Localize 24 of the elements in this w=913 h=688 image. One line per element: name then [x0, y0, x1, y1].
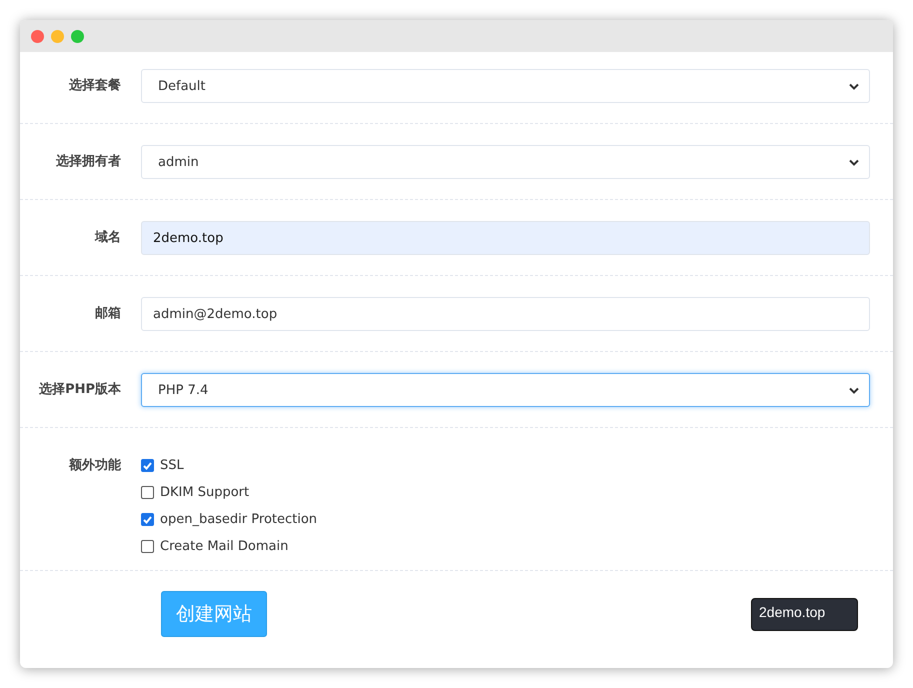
input-field[interactable]: 2demo.top [141, 221, 870, 255]
select-field[interactable]: PHP 7.4 [141, 373, 870, 407]
window-control-button[interactable] [31, 30, 44, 42]
field-label: 额外功能 [68, 457, 122, 474]
field-label: 选择套餐 [68, 77, 122, 95]
checkbox-label: SSL [160, 457, 184, 474]
input-field[interactable]: admin@2demo.top [141, 297, 870, 331]
checkbox[interactable] [141, 459, 154, 472]
select-field[interactable]: admin [141, 145, 870, 179]
field-label: 域名 [94, 229, 122, 247]
tooltip: 2demo.top [751, 598, 858, 631]
checkbox-label: open_basedir Protection [160, 511, 318, 528]
field-label: 邮箱 [94, 305, 122, 323]
checkbox[interactable] [141, 540, 154, 553]
checkbox-label: DKIM Support [160, 484, 250, 501]
select-field[interactable]: Default [141, 69, 870, 103]
chevron-down-icon [849, 158, 859, 166]
chevron-down-icon [849, 82, 859, 90]
field-label: 选择拥有者 [55, 153, 122, 171]
checkbox-label: Create Mail Domain [160, 538, 288, 555]
chevron-down-icon [849, 386, 859, 394]
checkbox[interactable] [141, 513, 154, 526]
field-label: 选择PHP版本 [38, 381, 122, 399]
checkbox[interactable] [141, 486, 154, 499]
